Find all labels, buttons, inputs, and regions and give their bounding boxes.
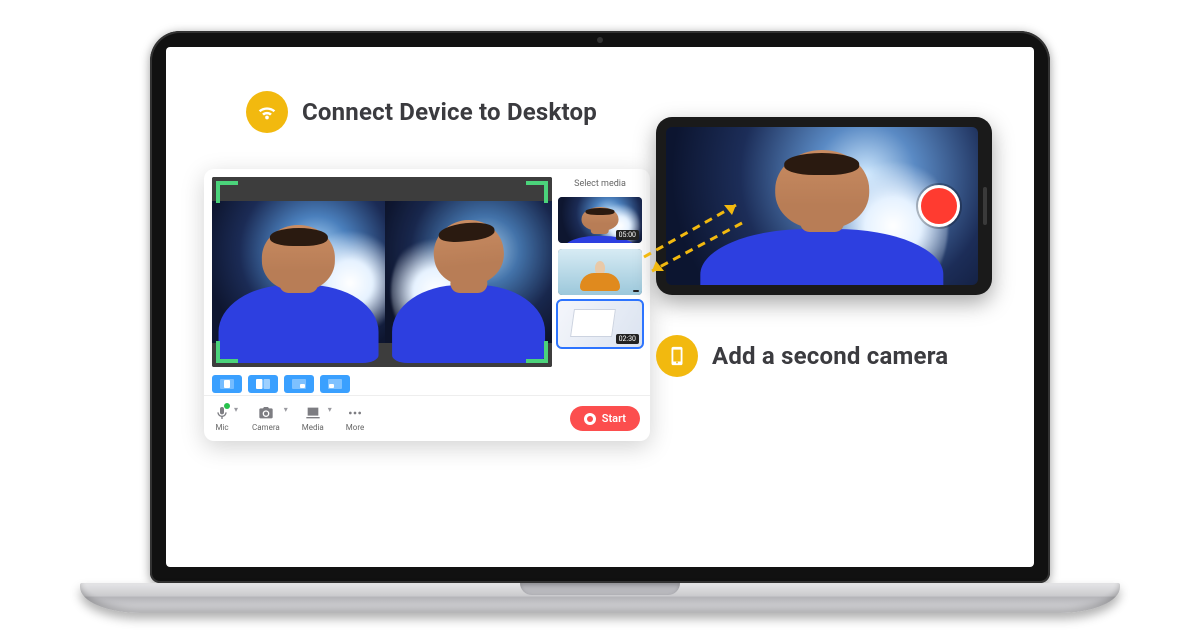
media-panel-header: Select media — [558, 177, 642, 191]
feature-connect-label: Connect Device to Desktop — [302, 98, 597, 126]
media-thumb-duration: 02:30 — [616, 334, 639, 344]
crop-corner-icon[interactable] — [216, 181, 238, 203]
crop-corner-icon[interactable] — [526, 181, 548, 203]
layout-preset[interactable] — [248, 375, 278, 393]
camera-icon — [258, 405, 274, 421]
feature-connect: Connect Device to Desktop — [246, 91, 597, 133]
media-panel: Select media 05:00 — [558, 177, 642, 367]
toolbar: ▾ Mic ▾ Camera ▾ Media — [204, 395, 650, 441]
phone-screen — [666, 127, 978, 285]
status-dot-icon — [224, 403, 230, 409]
phone-icon — [656, 335, 698, 377]
camera-button[interactable]: ▾ Camera — [252, 405, 280, 432]
tool-label: More — [346, 423, 364, 432]
feature-second-camera-label: Add a second camera — [712, 342, 948, 370]
feature-second-camera: Add a second camera — [656, 335, 948, 377]
laptop-display: Connect Device to Desktop — [166, 47, 1034, 567]
phone-mock — [656, 117, 992, 295]
media-thumb-duration — [633, 290, 639, 292]
start-button-label: Start — [602, 412, 626, 425]
record-icon — [584, 413, 596, 425]
media-button[interactable]: ▾ Media — [302, 405, 324, 432]
media-thumb[interactable] — [558, 249, 642, 295]
wifi-icon — [246, 91, 288, 133]
tool-label: Camera — [252, 423, 280, 432]
laptop-frame: Connect Device to Desktop — [80, 31, 1120, 613]
layout-presets — [204, 371, 650, 395]
media-icon — [305, 405, 321, 421]
layout-preset[interactable] — [212, 375, 242, 393]
media-thumb[interactable]: 05:00 — [558, 197, 642, 243]
tool-label: Mic — [215, 423, 228, 432]
laptop-base — [80, 583, 1120, 613]
phone-record-button[interactable] — [918, 185, 960, 227]
chevron-down-icon: ▾ — [328, 405, 332, 414]
layout-preset[interactable] — [284, 375, 314, 393]
more-button[interactable]: More — [346, 405, 364, 432]
chevron-down-icon: ▾ — [234, 405, 238, 414]
recorder-app: Select media 05:00 — [204, 169, 650, 441]
preview-source-a — [212, 201, 385, 343]
more-icon — [347, 405, 363, 421]
tool-label: Media — [302, 423, 324, 432]
preview-viewport[interactable] — [212, 177, 552, 367]
media-thumb-duration: 05:00 — [616, 230, 639, 240]
start-button[interactable]: Start — [570, 406, 640, 431]
crop-corner-icon[interactable] — [526, 341, 548, 363]
chevron-down-icon: ▾ — [284, 405, 288, 414]
layout-preset[interactable] — [320, 375, 350, 393]
preview-source-b — [385, 201, 552, 343]
crop-corner-icon[interactable] — [216, 341, 238, 363]
mic-button[interactable]: ▾ Mic — [214, 405, 230, 432]
laptop-bezel: Connect Device to Desktop — [150, 31, 1050, 583]
media-thumb[interactable]: 02:30 — [558, 301, 642, 347]
